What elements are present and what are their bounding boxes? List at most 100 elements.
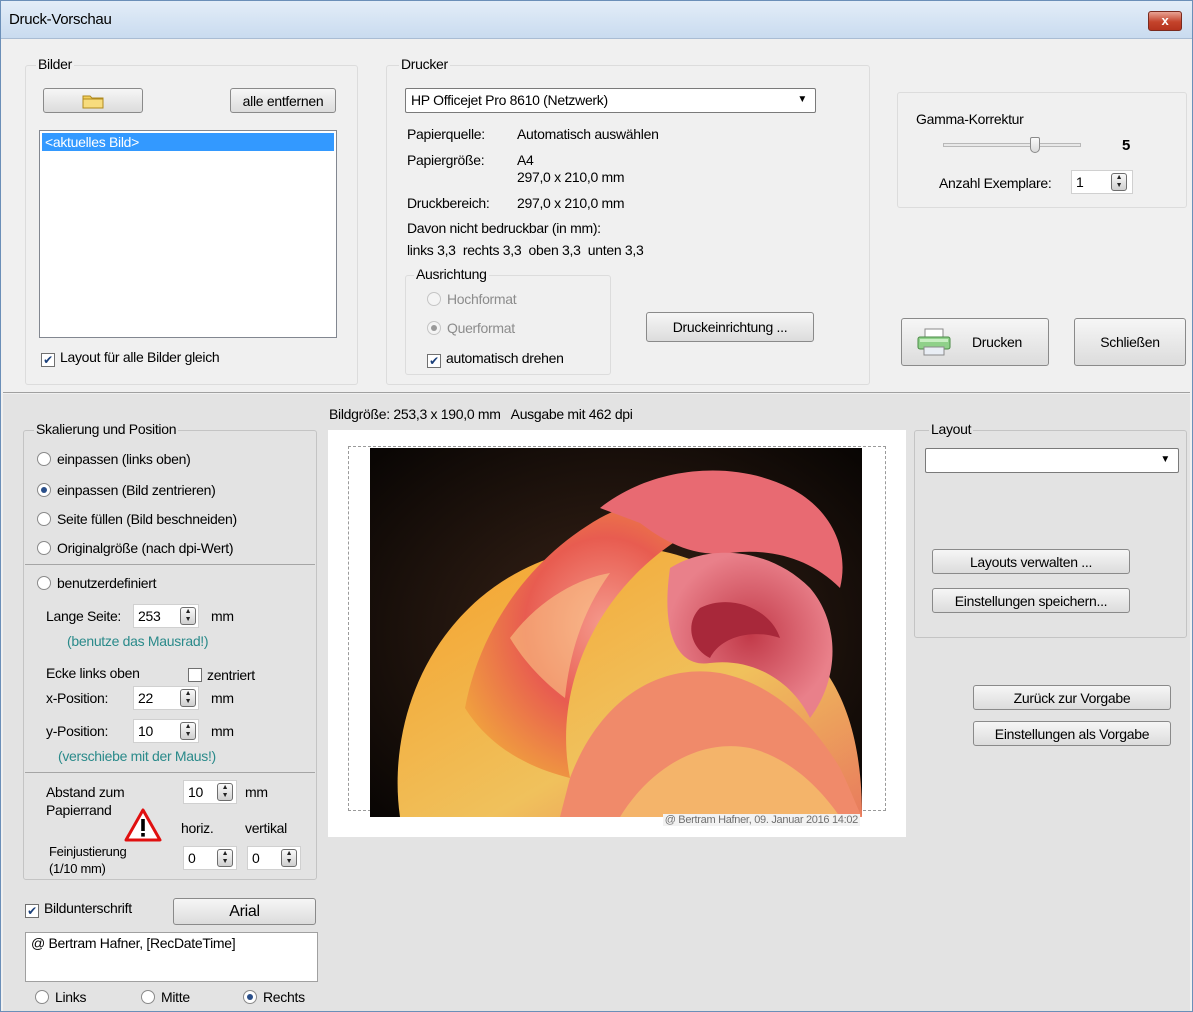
druckbereich-value: 297,0 x 210,0 mm xyxy=(517,195,625,211)
set-as-default-button[interactable]: Einstellungen als Vorgabe xyxy=(973,721,1171,746)
y-position-value: 10 xyxy=(138,723,153,739)
y-position-spin-icon[interactable]: ▲ ▼ xyxy=(180,722,196,740)
save-settings-button[interactable]: Einstellungen speichern... xyxy=(932,588,1130,613)
caption-text-input[interactable]: @ Bertram Hafner, [RecDateTime] xyxy=(25,932,318,982)
papierquelle-value: Automatisch auswählen xyxy=(517,126,659,142)
x-position-label: x-Position: xyxy=(46,690,109,706)
radio-icon xyxy=(141,990,155,1004)
margins-text: links 3,3 rechts 3,3 oben 3,3 unten 3,3 xyxy=(407,242,644,258)
radio-icon xyxy=(37,576,51,590)
checkbox-icon xyxy=(188,668,202,682)
image-list[interactable]: <aktuelles Bild> xyxy=(39,130,337,338)
original-size-radio[interactable]: Originalgröße (nach dpi-Wert) xyxy=(37,540,234,556)
checkbox-check-icon: ✔ xyxy=(25,904,39,918)
warning-icon xyxy=(124,808,162,842)
unit-mm: mm xyxy=(211,690,234,706)
papierrand-label: Papierrand xyxy=(46,802,112,818)
radio-icon xyxy=(35,990,49,1004)
remove-all-button[interactable]: alle entfernen xyxy=(230,88,336,113)
querformat-label: Querformat xyxy=(447,320,515,336)
gamma-slider-thumb[interactable] xyxy=(1030,137,1040,153)
align-center-radio[interactable]: Mitte xyxy=(141,989,190,1005)
x-position-spin-icon[interactable]: ▲ ▼ xyxy=(180,689,196,707)
checkbox-check-icon: ✔ xyxy=(41,353,55,367)
align-right-radio[interactable]: Rechts xyxy=(243,989,305,1005)
lange-seite-spin-icon[interactable]: ▲ ▼ xyxy=(180,607,196,625)
unit-mm: mm xyxy=(211,608,234,624)
auto-rotate-checkbox[interactable]: ✔ automatisch drehen xyxy=(427,350,564,368)
zentriert-label: zentriert xyxy=(207,667,255,683)
radio-icon xyxy=(243,990,257,1004)
fein-vert-spin-icon[interactable]: ▲ ▼ xyxy=(281,849,297,867)
rose-photo[interactable] xyxy=(370,448,862,817)
custom-label: benutzerdefiniert xyxy=(57,575,157,591)
hochformat-radio[interactable]: Hochformat xyxy=(427,291,517,307)
zentriert-checkbox[interactable]: zentriert xyxy=(188,667,255,683)
caption-label: Bildunterschrift xyxy=(44,900,132,916)
reset-default-button[interactable]: Zurück zur Vorgabe xyxy=(973,685,1171,710)
print-button[interactable]: Drucken xyxy=(901,318,1049,366)
radio-icon xyxy=(37,541,51,555)
querformat-radio[interactable]: Querformat xyxy=(427,320,515,336)
fein-horiz-value: 0 xyxy=(188,850,196,866)
druckbereich-label: Druckbereich: xyxy=(407,195,490,211)
exemplare-spin-icon[interactable]: ▲ ▼ xyxy=(1111,173,1127,191)
printer-setup-button[interactable]: Druckeinrichtung ... xyxy=(646,312,814,342)
divider xyxy=(25,772,315,773)
fit-center-radio[interactable]: einpassen (Bild zentrieren) xyxy=(37,482,216,498)
maus-hint: (verschiebe mit der Maus!) xyxy=(58,748,216,764)
align-left-radio[interactable]: Links xyxy=(35,989,86,1005)
abstand-value: 10 xyxy=(188,784,203,800)
folder-icon xyxy=(82,95,104,108)
chevron-down-icon: ▼ xyxy=(1160,454,1170,465)
align-right-label: Rechts xyxy=(263,989,305,1005)
fein-unit-label: (1/10 mm) xyxy=(49,861,106,876)
papierquelle-label: Papierquelle: xyxy=(407,126,485,142)
close-window-button[interactable]: x xyxy=(1148,11,1182,31)
top-panel: Bilder alle entfernen <aktuelles Bild> ✔… xyxy=(3,40,1190,393)
manage-layouts-button[interactable]: Layouts verwalten ... xyxy=(932,549,1130,574)
fein-vert-value: 0 xyxy=(252,850,260,866)
radio-icon xyxy=(37,483,51,497)
ecke-label: Ecke links oben xyxy=(46,665,140,681)
custom-radio[interactable]: benutzerdefiniert xyxy=(37,575,157,591)
fein-horiz-spin-icon[interactable]: ▲ ▼ xyxy=(217,849,233,867)
chevron-down-icon: ▼ xyxy=(797,94,807,105)
close-button[interactable]: Schließen xyxy=(1074,318,1186,366)
layout-same-checkbox[interactable]: ✔ Layout für alle Bilder gleich xyxy=(41,349,220,367)
horiz-label: horiz. xyxy=(181,820,214,836)
radio-icon xyxy=(37,512,51,526)
caption-checkbox[interactable]: ✔ Bildunterschrift xyxy=(25,900,132,918)
preview-info: Bildgröße: 253,3 x 190,0 mm Ausgabe mit … xyxy=(329,406,633,422)
fein-label: Feinjustierung xyxy=(49,844,127,859)
layout-select[interactable]: ▼ xyxy=(925,448,1179,473)
title-bar: Druck-Vorschau x xyxy=(1,1,1192,39)
lange-seite-label: Lange Seite: xyxy=(46,608,122,624)
close-icon: x xyxy=(1161,13,1169,28)
font-button[interactable]: Arial xyxy=(173,898,316,925)
bottom-panel: Skalierung und Position einpassen (links… xyxy=(3,394,1190,1011)
original-size-label: Originalgröße (nach dpi-Wert) xyxy=(57,540,234,556)
x-position-value: 22 xyxy=(138,690,153,706)
drucker-group-label: Drucker xyxy=(399,56,450,72)
fit-top-left-radio[interactable]: einpassen (links oben) xyxy=(37,451,191,467)
print-preview-window: Druck-Vorschau x Bilder alle entfernen <… xyxy=(0,0,1193,1012)
abstand-label: Abstand zum xyxy=(46,784,125,800)
open-folder-button[interactable] xyxy=(43,88,143,113)
gamma-label: Gamma-Korrektur xyxy=(916,111,1024,127)
fit-center-label: einpassen (Bild zentrieren) xyxy=(57,482,216,498)
vertikal-label: vertikal xyxy=(245,820,287,836)
print-label: Drucken xyxy=(971,334,1023,350)
printer-icon xyxy=(917,328,951,356)
fill-page-radio[interactable]: Seite füllen (Bild beschneiden) xyxy=(37,511,237,527)
ausrichtung-label: Ausrichtung xyxy=(414,266,489,282)
gamma-slider-track[interactable] xyxy=(943,143,1081,147)
unprintable-label: Davon nicht bedruckbar (in mm): xyxy=(407,220,601,236)
layout-group-label: Layout xyxy=(929,421,974,437)
skalierung-label: Skalierung und Position xyxy=(34,421,179,437)
printer-select[interactable]: HP Officejet Pro 8610 (Netzwerk) ▼ xyxy=(405,88,816,113)
fill-page-label: Seite füllen (Bild beschneiden) xyxy=(57,511,237,527)
list-item[interactable]: <aktuelles Bild> xyxy=(42,133,334,151)
abstand-spin-icon[interactable]: ▲ ▼ xyxy=(217,783,233,801)
align-left-label: Links xyxy=(55,989,87,1005)
